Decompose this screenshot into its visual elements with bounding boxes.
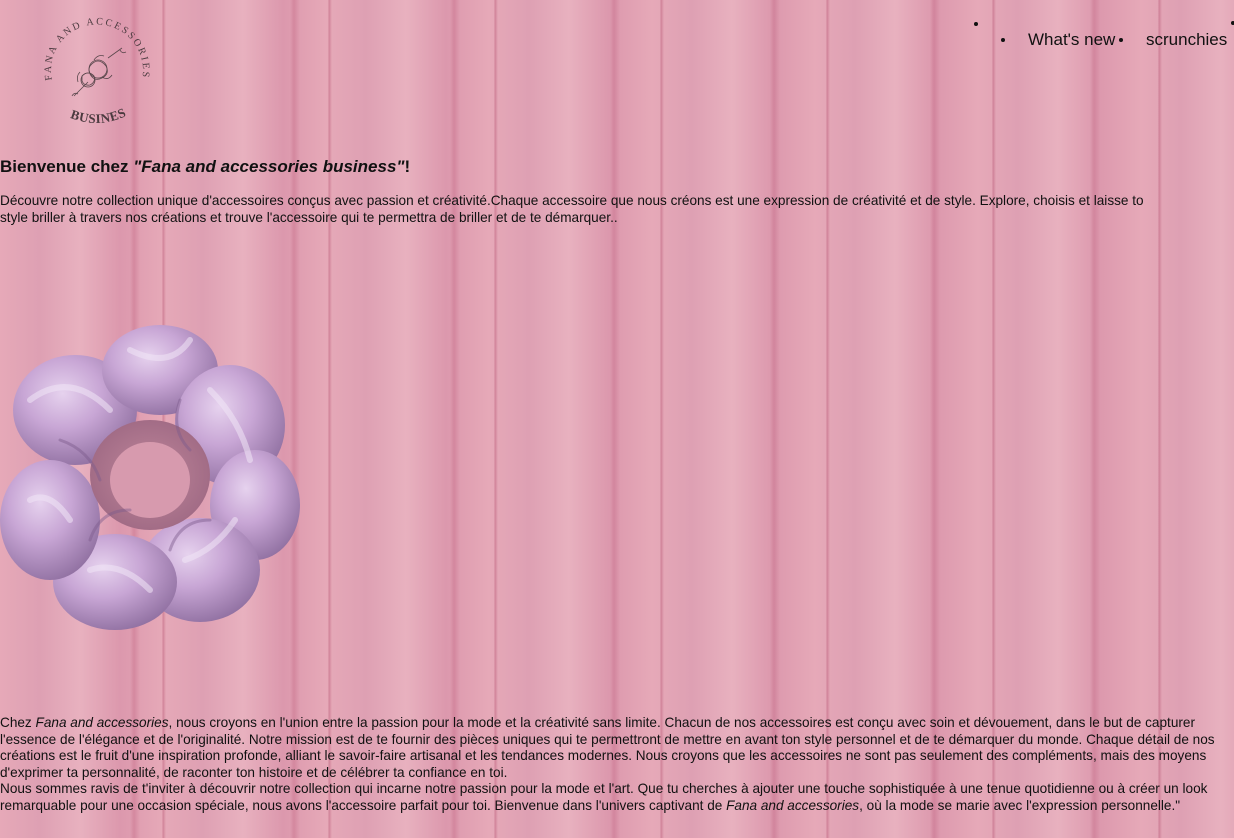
about-paragraph: Chez Fana and accessories, nous croyons …: [0, 715, 1234, 815]
about-chez: Chez: [0, 715, 36, 730]
svg-text:FANA AND ACCESSORIES: FANA AND ACCESSORIES: [43, 16, 151, 81]
welcome-heading: Bienvenue chez "Fana and accessories bus…: [0, 157, 410, 177]
nav-item-scrunchies[interactable]: scrunchies: [1146, 30, 1227, 50]
flower-icon: [71, 47, 127, 97]
bullet-icon: [1001, 38, 1005, 42]
welcome-suffix: !: [404, 157, 411, 176]
about-brand-2: Fana and accessories: [726, 797, 860, 813]
welcome-brand: "Fana and accessories business": [133, 157, 405, 176]
scrunchie-image: [0, 320, 302, 634]
about-text-3: , où la mode se marie avec l'expression …: [859, 797, 1181, 813]
nav-item-whats-new[interactable]: What's new: [1028, 30, 1115, 50]
intro-paragraph: Découvre notre collection unique d'acces…: [0, 193, 1144, 225]
logo-emblem: FANA AND ACCESSORIES BUSINESS: [34, 2, 151, 126]
bullet-icon: [1119, 38, 1123, 42]
about-text-1: , nous croyons en l'union entre la passi…: [0, 715, 1215, 780]
welcome-prefix: Bienvenue chez: [0, 157, 134, 176]
main-nav: What's new scrunchies: [894, 18, 1234, 58]
logo-top-text: FANA AND ACCESSORIES: [43, 16, 149, 81]
brand-logo[interactable]: FANA AND ACCESSORIES BUSINESS: [34, 2, 154, 132]
bullet-icon: [974, 22, 978, 26]
about-brand-1: Fana and accessories: [35, 715, 169, 730]
